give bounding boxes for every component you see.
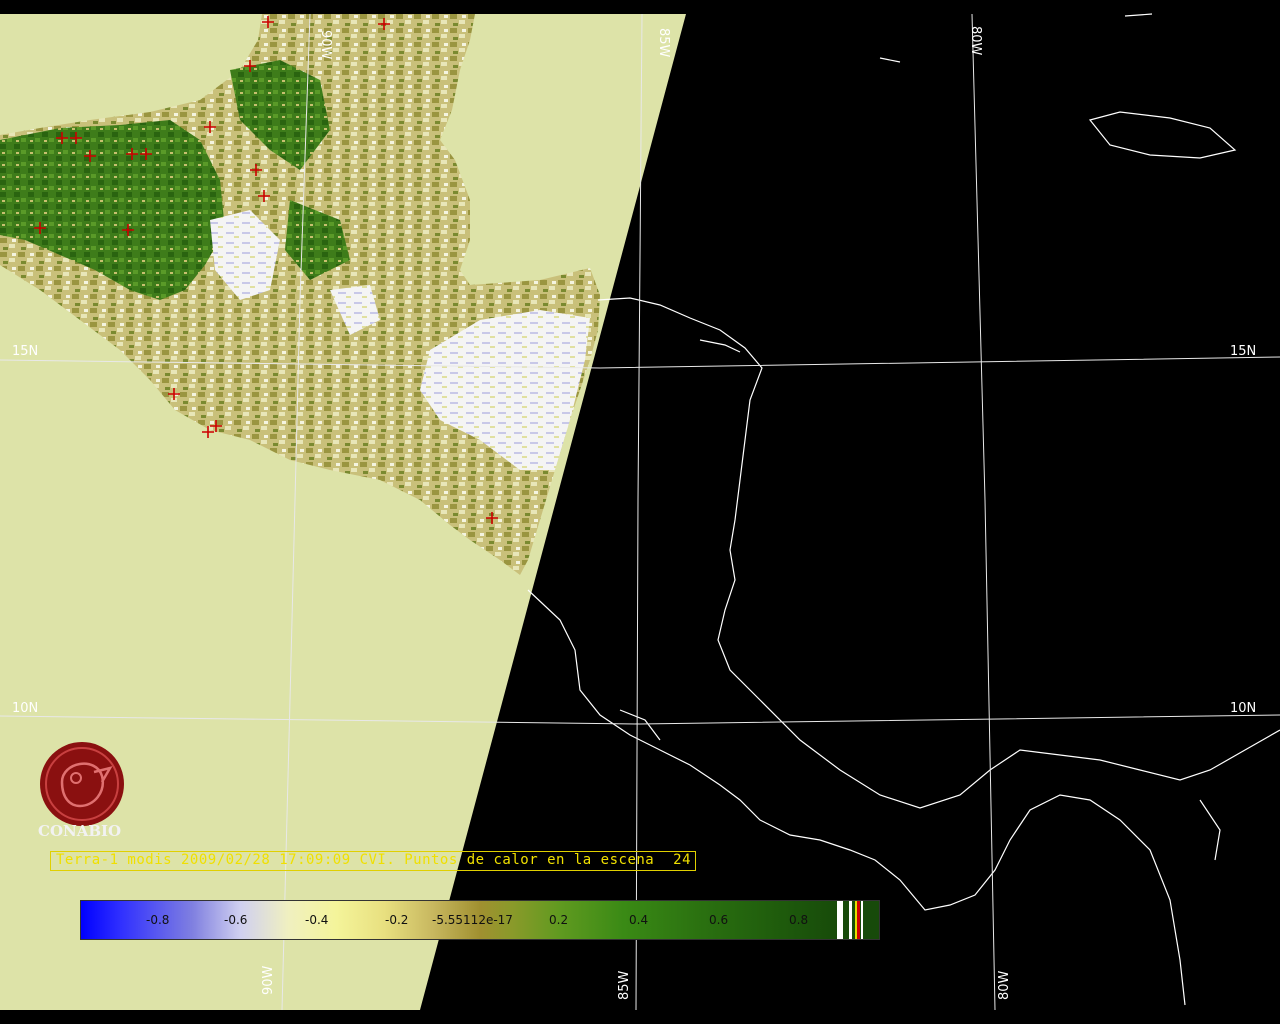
colorbar-red-band <box>857 901 860 939</box>
colorbar-tick: -0.8 <box>146 913 170 927</box>
hotspot-count: 24 <box>673 852 692 868</box>
label-10n-left: 10N <box>12 701 38 716</box>
label-80w-bottom: 80W <box>997 970 1012 1000</box>
conabio-label: CONABIO <box>38 822 122 840</box>
colorbar-tick: -0.4 <box>305 913 329 927</box>
caption-text: Terra-1 modis 2009/02/28 17:09:09 CVI. P… <box>56 852 655 868</box>
colorbar-tick: 0.6 <box>709 913 729 927</box>
label-90w-top: 90W <box>318 30 333 60</box>
label-90w-bottom: 90W <box>261 965 276 995</box>
colorbar-tick: -5.55112e-17 <box>432 913 513 927</box>
scene-caption: Terra-1 modis 2009/02/28 17:09:09 CVI. P… <box>56 852 691 868</box>
label-80w-top: 80W <box>968 26 983 56</box>
colorbar-tick: 0.4 <box>629 913 649 927</box>
colorbar-tick: 0.8 <box>789 913 809 927</box>
colorbar-tick: -0.2 <box>385 913 409 927</box>
label-85w-top: 85W <box>656 28 671 58</box>
label-10n-right: 10N <box>1230 701 1256 716</box>
colorbar-white-band <box>861 901 863 939</box>
label-15n-right: 15N <box>1230 344 1256 359</box>
label-15n-left: 15N <box>12 344 38 359</box>
colorbar-white-band <box>849 901 852 939</box>
colorbar-tick: -0.6 <box>224 913 248 927</box>
colorbar-white-band <box>837 901 843 939</box>
ndvi-colorbar: -0.8 -0.6 -0.4 -0.2 -5.55112e-17 0.2 0.4… <box>80 900 880 940</box>
colorbar-tick: 0.2 <box>549 913 569 927</box>
label-85w-bottom: 85W <box>617 970 632 1000</box>
